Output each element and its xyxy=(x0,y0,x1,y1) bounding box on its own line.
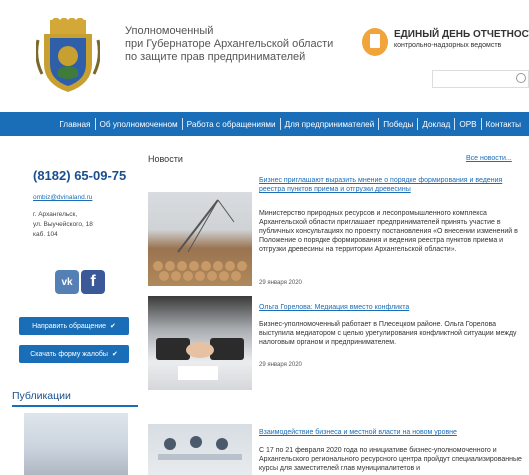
coat-of-arms-logo[interactable] xyxy=(36,18,100,94)
meeting-illustration xyxy=(158,436,242,460)
news-date-2: 29 января 2020 xyxy=(259,362,302,368)
publications-heading: Публикации xyxy=(12,390,138,407)
nav-item-orv[interactable]: ОРВ xyxy=(455,120,480,129)
nav-item-about[interactable]: Об уполномоченном xyxy=(96,120,182,129)
news-title-1[interactable]: Бизнес приглашают выразить мнение о поря… xyxy=(259,176,525,194)
check-icon: ✔ xyxy=(110,323,116,330)
address-line-2: ул. Выучейского, 18 xyxy=(33,221,93,228)
news-title-2[interactable]: Ольга Горелова: Медиация вместо конфликт… xyxy=(259,303,525,312)
organization-name: Уполномоченный при Губернаторе Архангель… xyxy=(125,25,345,64)
all-news-link[interactable]: Все новости... xyxy=(466,155,512,162)
search-input[interactable] xyxy=(432,70,529,88)
news-text-3: С 17 по 21 февраля 2020 года по инициати… xyxy=(259,447,522,472)
social-links: vk f xyxy=(55,270,105,294)
news-text-1: Министерство природных ресурсов и лесопр… xyxy=(259,210,518,253)
vk-icon[interactable]: vk xyxy=(55,270,79,294)
document-icon xyxy=(362,28,388,56)
facebook-icon[interactable]: f xyxy=(81,270,105,294)
org-line-3: по защите прав предпринимателей xyxy=(125,51,306,63)
search-icon[interactable] xyxy=(516,73,526,83)
email-link[interactable]: ombiz@dvinaland.ru xyxy=(33,194,92,201)
main-navigation: Главная Об уполномоченном Работа с обращ… xyxy=(0,112,529,136)
download-form-button[interactable]: Скачать форму жалобы ✔ xyxy=(19,345,129,363)
nav-item-home[interactable]: Главная xyxy=(55,120,94,129)
news-heading: Новости xyxy=(148,154,183,164)
news-image-meeting[interactable] xyxy=(148,424,252,475)
nav-item-victories[interactable]: Победы xyxy=(379,120,417,129)
send-request-button[interactable]: Направить обращение ✔ xyxy=(19,317,129,335)
send-request-label: Направить обращение xyxy=(32,322,106,330)
phone-number: (8182) 65-09-75 xyxy=(33,168,127,183)
news-image-timber[interactable] xyxy=(148,192,252,286)
news-title-3[interactable]: Взаимодействие бизнеса и местной власти … xyxy=(259,428,525,437)
check-icon: ✔ xyxy=(111,351,118,358)
handshake-illustration xyxy=(156,338,244,380)
nav-item-entrepreneurs[interactable]: Для предпринимателей xyxy=(281,120,379,129)
crane-illustration xyxy=(153,199,247,281)
download-form-label: Скачать форму жалобы xyxy=(30,350,108,358)
news-text-2: Бизнес-уполномоченный работает в Плесецк… xyxy=(259,321,517,346)
address: г. Архангельск, ул. Выучейского, 18 каб.… xyxy=(33,210,123,240)
unified-reporting-day-banner[interactable]: ЕДИНЫЙ ДЕНЬ ОТЧЕТНОСТИ контрольно-надзор… xyxy=(362,28,529,58)
banner-subtitle: контрольно-надзорных ведомств xyxy=(394,42,502,49)
news-image-mediation[interactable] xyxy=(148,296,252,390)
nav-item-contacts[interactable]: Контакты xyxy=(482,120,525,129)
address-line-3: каб. 104 xyxy=(33,231,58,238)
address-line-1: г. Архангельск, xyxy=(33,211,78,218)
news-date-1: 29 января 2020 xyxy=(259,280,302,286)
nav-item-report[interactable]: Доклад xyxy=(418,120,454,129)
nav-item-requests[interactable]: Работа с обращениями xyxy=(183,120,280,129)
org-line-2: при Губернаторе Архангельской области xyxy=(125,38,334,50)
banner-title: ЕДИНЫЙ ДЕНЬ ОТЧЕТНОСТИ xyxy=(394,29,529,40)
publication-image[interactable] xyxy=(24,413,128,475)
org-line-1: Уполномоченный xyxy=(125,25,214,37)
